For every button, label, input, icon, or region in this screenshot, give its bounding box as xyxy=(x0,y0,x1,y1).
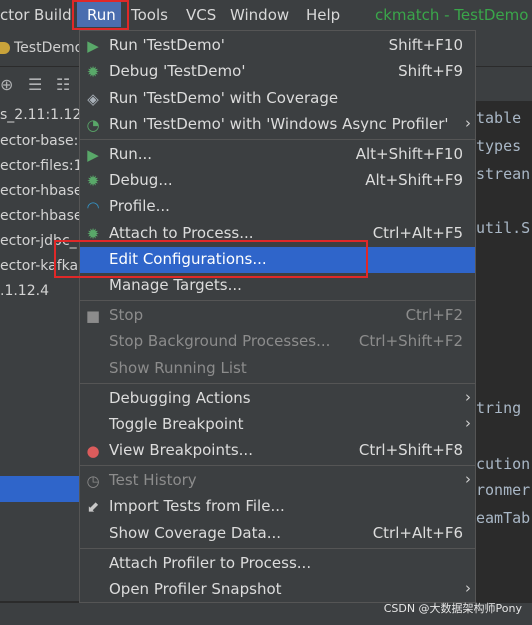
submenu-arrow-icon: › xyxy=(465,414,471,432)
project-item[interactable]: ector-hbase xyxy=(0,183,83,199)
window-title: ckmatch - TestDemo xyxy=(375,6,529,24)
code-line: ronmer xyxy=(476,481,531,499)
menu-separator xyxy=(80,383,475,384)
stop-icon: ■ xyxy=(85,307,101,325)
code-line: table xyxy=(476,109,522,127)
menu-item-show-coverage-data[interactable]: Show Coverage Data... Ctrl+Alt+F6 xyxy=(80,521,475,547)
run-menu-dropdown: ▶ Run 'TestDemo' Shift+F10 ✹ Debug 'Test… xyxy=(79,30,476,603)
coverage-icon: ◈ xyxy=(87,90,99,108)
submenu-arrow-icon: › xyxy=(465,579,471,597)
menu-item-attach-profiler[interactable]: Attach Profiler to Process... xyxy=(80,551,475,577)
tab-testdemo[interactable]: TestDemo xyxy=(14,40,83,56)
menu-item-debug-testdemo[interactable]: ✹ Debug 'TestDemo' Shift+F9 xyxy=(80,59,475,85)
profiler-icon: ◔ xyxy=(86,116,100,134)
project-item[interactable]: ector-files:1 xyxy=(0,158,83,174)
menu-separator xyxy=(80,300,475,301)
locate-icon[interactable]: ⊕ xyxy=(0,75,13,94)
run-menu-callout xyxy=(72,0,129,30)
history-icon: ◷ xyxy=(86,472,100,490)
menu-help[interactable]: Help xyxy=(306,6,340,24)
project-toolbar: ⊕ ☰ ☷ xyxy=(0,67,80,101)
edit-configurations-callout xyxy=(54,240,368,278)
project-panel: s_2.11:1.12 ector-base: ector-files:1 ec… xyxy=(0,101,83,601)
collapse-icon[interactable]: ☰ xyxy=(28,75,42,94)
menu-tools[interactable]: Tools xyxy=(131,6,168,24)
project-item[interactable]: .1.12.4 xyxy=(0,283,49,299)
menu-item-run-async-profiler[interactable]: ◔ Run 'TestDemo' with 'Windows Async Pro… xyxy=(80,112,475,138)
submenu-arrow-icon: › xyxy=(465,470,471,488)
code-line: eamTab xyxy=(476,509,531,527)
menu-window[interactable]: Window xyxy=(230,6,289,24)
breakpoints-icon: ● xyxy=(86,442,100,460)
submenu-arrow-icon: › xyxy=(465,114,471,132)
run-icon: ▶ xyxy=(87,146,99,164)
menu-separator xyxy=(80,139,475,140)
java-file-icon xyxy=(0,42,10,54)
menu-item-toggle-breakpoint[interactable]: Toggle Breakpoint › xyxy=(80,412,475,438)
code-line: strean xyxy=(476,165,531,183)
project-selected-row[interactable] xyxy=(0,476,80,502)
menu-item-debug[interactable]: ✹ Debug... Alt+Shift+F9 xyxy=(80,168,475,194)
menu-item-stop[interactable]: ■ Stop Ctrl+F2 xyxy=(80,303,475,329)
menu-item-profile[interactable]: ◠ Profile... xyxy=(80,194,475,220)
project-item[interactable]: s_2.11:1.12 xyxy=(0,107,81,123)
menu-separator xyxy=(80,465,475,466)
code-line: util.S xyxy=(476,219,531,237)
project-item[interactable]: ector-hbase xyxy=(0,208,83,224)
menu-item-debugging-actions[interactable]: Debugging Actions › xyxy=(80,386,475,412)
debug-icon: ✹ xyxy=(86,172,100,190)
project-item[interactable]: ector-base: xyxy=(0,133,78,149)
menu-separator xyxy=(80,548,475,549)
run-icon: ▶ xyxy=(87,37,99,55)
code-line: types xyxy=(476,137,522,155)
debug-icon: ✹ xyxy=(86,63,100,81)
menu-build[interactable]: Build xyxy=(34,6,72,24)
menu-item-show-running-list[interactable]: Show Running List xyxy=(80,356,475,382)
menu-item-view-breakpoints[interactable]: ● View Breakpoints... Ctrl+Shift+F8 xyxy=(80,438,475,464)
menu-item-import-tests[interactable]: ⬋ Import Tests from File... xyxy=(80,494,475,520)
profile-icon: ◠ xyxy=(86,198,100,216)
menu-item-run[interactable]: ▶ Run... Alt+Shift+F10 xyxy=(80,142,475,168)
editor-breadcrumb-area xyxy=(470,67,532,101)
submenu-arrow-icon: › xyxy=(465,388,471,406)
code-line: cution xyxy=(476,455,531,473)
menu-item-run-testdemo[interactable]: ▶ Run 'TestDemo' Shift+F10 xyxy=(80,33,475,59)
menu-vcs[interactable]: VCS xyxy=(186,6,216,24)
code-line: tring xyxy=(476,399,522,417)
expand-icon[interactable]: ☷ xyxy=(56,75,70,94)
menu-item-run-coverage[interactable]: ◈ Run 'TestDemo' with Coverage xyxy=(80,86,475,112)
menu-refactor[interactable]: ctor xyxy=(0,6,29,24)
menu-item-stop-background[interactable]: Stop Background Processes... Ctrl+Shift+… xyxy=(80,329,475,355)
import-icon: ⬋ xyxy=(86,498,100,516)
watermark: CSDN @大数据架构师Pony xyxy=(383,602,522,615)
menu-item-test-history[interactable]: ◷ Test History › xyxy=(80,468,475,494)
